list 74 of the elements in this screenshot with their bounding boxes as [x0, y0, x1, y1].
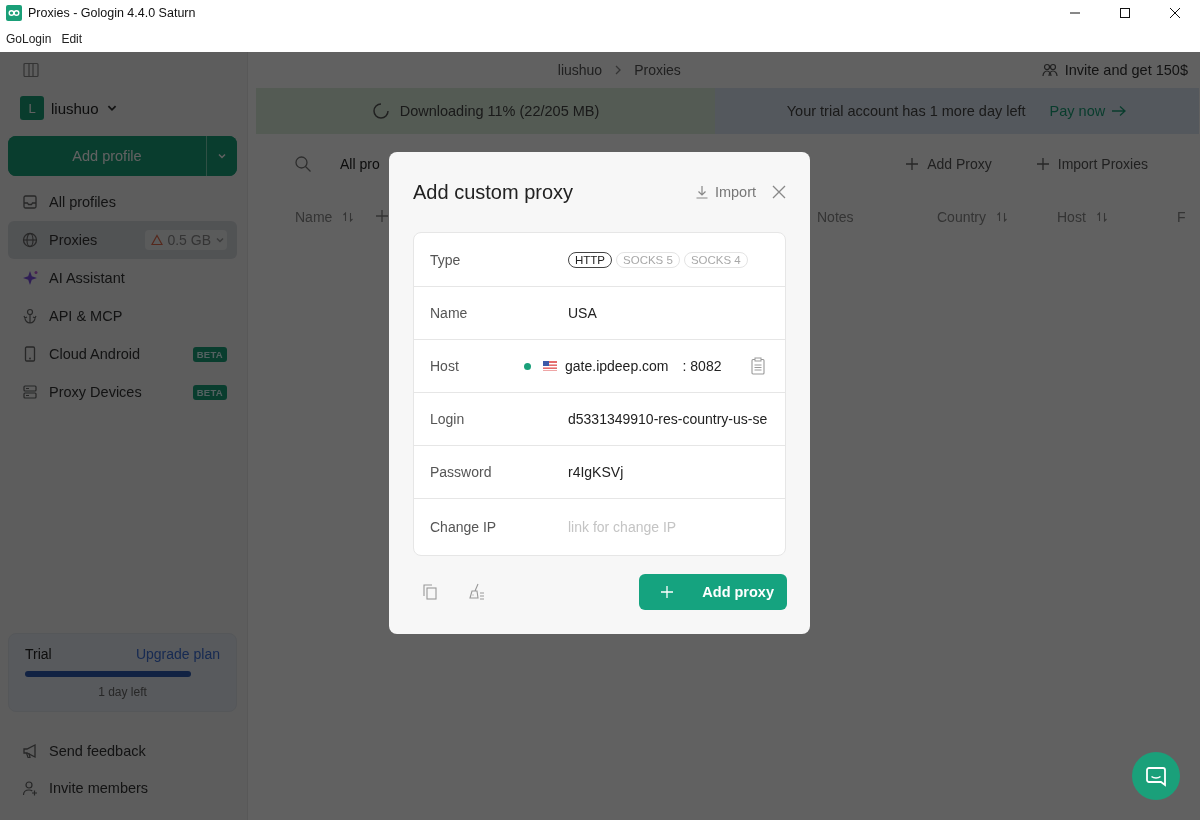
- sidebar-item[interactable]: Invite members: [8, 769, 237, 806]
- field-label: Type: [429, 251, 462, 268]
- caret-icon: [215, 235, 225, 245]
- input-field[interactable]: r4IgKSVj: [568, 464, 775, 480]
- status-dot: [524, 362, 531, 370]
- megaphone-icon: [21, 741, 39, 760]
- chat-icon: [1145, 765, 1167, 787]
- sort-icon: [342, 211, 355, 223]
- arrow-right-icon: [1111, 105, 1128, 117]
- dialog-title: Add custom proxy: [413, 180, 575, 204]
- window-title: Proxies - Gologin 4.4.0 Saturn: [28, 5, 196, 20]
- api-icon: [21, 307, 39, 325]
- pay-now-link[interactable]: Pay now: [1049, 103, 1128, 119]
- chevron-icon: [614, 65, 623, 75]
- maximize-icon[interactable]: [1119, 6, 1131, 19]
- field-label: Name: [429, 305, 469, 321]
- copy-icon[interactable]: [421, 583, 439, 601]
- sidebar-item[interactable]: Cloud Android BETA: [8, 335, 237, 373]
- server-icon: [21, 383, 39, 401]
- beta-badge: BETA: [192, 384, 227, 400]
- spinner-icon: [371, 102, 390, 120]
- sort-icon: [1095, 211, 1108, 223]
- filter-tab[interactable]: All pro: [340, 156, 380, 172]
- trial-notice: Your trial account has 1 more day left: [786, 103, 1026, 119]
- sidebar-toggle-icon[interactable]: [23, 62, 39, 78]
- host-value: gate.ipdeep.com: [565, 358, 669, 374]
- field-label: Password: [429, 464, 493, 480]
- breadcrumb-current: Proxies: [634, 62, 681, 78]
- breadcrumb-link[interactable]: liushuo: [557, 62, 603, 78]
- clipboard-icon[interactable]: [751, 357, 765, 375]
- field-label: Login: [429, 411, 466, 427]
- beta-badge: BETA: [192, 346, 227, 362]
- app-logo: [6, 4, 22, 21]
- menu-item[interactable]: GoLogin: [6, 29, 52, 48]
- sidebar-item[interactable]: Send feedback: [8, 732, 237, 769]
- add-proxy-button[interactable]: Add Proxy: [905, 156, 992, 172]
- download-status: Downloading 11% (22/205 MB): [399, 103, 600, 119]
- inbox-icon: [21, 193, 39, 211]
- plus-icon: [660, 585, 675, 599]
- globe-icon: [21, 231, 39, 249]
- sidebar-item[interactable]: Proxy Devices BETA: [8, 373, 237, 411]
- input-field[interactable]: USA: [568, 305, 775, 321]
- field-label: Host: [429, 358, 460, 374]
- input-field[interactable]: d5331349910-res-country-us-se: [568, 411, 775, 427]
- warning-icon: [151, 234, 164, 246]
- plus-icon: [375, 208, 389, 223]
- import-proxies-button[interactable]: Import Proxies: [1035, 156, 1148, 172]
- plus-icon: [905, 157, 920, 171]
- sidebar-item[interactable]: API & MCP: [8, 297, 237, 335]
- input-field[interactable]: link for change IP: [568, 519, 775, 535]
- close-icon[interactable]: [1169, 6, 1181, 19]
- upgrade-link[interactable]: Upgrade plan: [135, 646, 220, 662]
- plan-label: Trial: [25, 646, 52, 662]
- broom-icon[interactable]: [467, 583, 485, 601]
- port-value: : 8082: [682, 358, 722, 374]
- add-proxy-button[interactable]: Add proxy: [639, 574, 787, 610]
- sparkle-icon: [21, 269, 39, 287]
- sidebar-item[interactable]: AI Assistant: [8, 259, 237, 297]
- plus-icon: [1035, 157, 1050, 171]
- sidebar-item[interactable]: All profiles: [8, 183, 237, 221]
- invite-button[interactable]: Invite and get 150$: [1040, 61, 1188, 79]
- menu-item[interactable]: Edit: [61, 29, 83, 48]
- download-icon: [694, 185, 709, 199]
- add-profile-menu-button[interactable]: [206, 136, 237, 176]
- account-avatar: L: [20, 96, 44, 120]
- caret-icon: [217, 151, 227, 161]
- user-plus-icon: [21, 778, 39, 797]
- field-label: Change IP: [429, 519, 498, 535]
- people-icon: [1040, 61, 1059, 79]
- sort-icon: [996, 211, 1009, 223]
- flag-icon: [543, 361, 557, 371]
- search-icon[interactable]: [294, 155, 312, 173]
- account-name[interactable]: liushuo: [51, 99, 99, 117]
- import-button[interactable]: Import: [694, 184, 756, 200]
